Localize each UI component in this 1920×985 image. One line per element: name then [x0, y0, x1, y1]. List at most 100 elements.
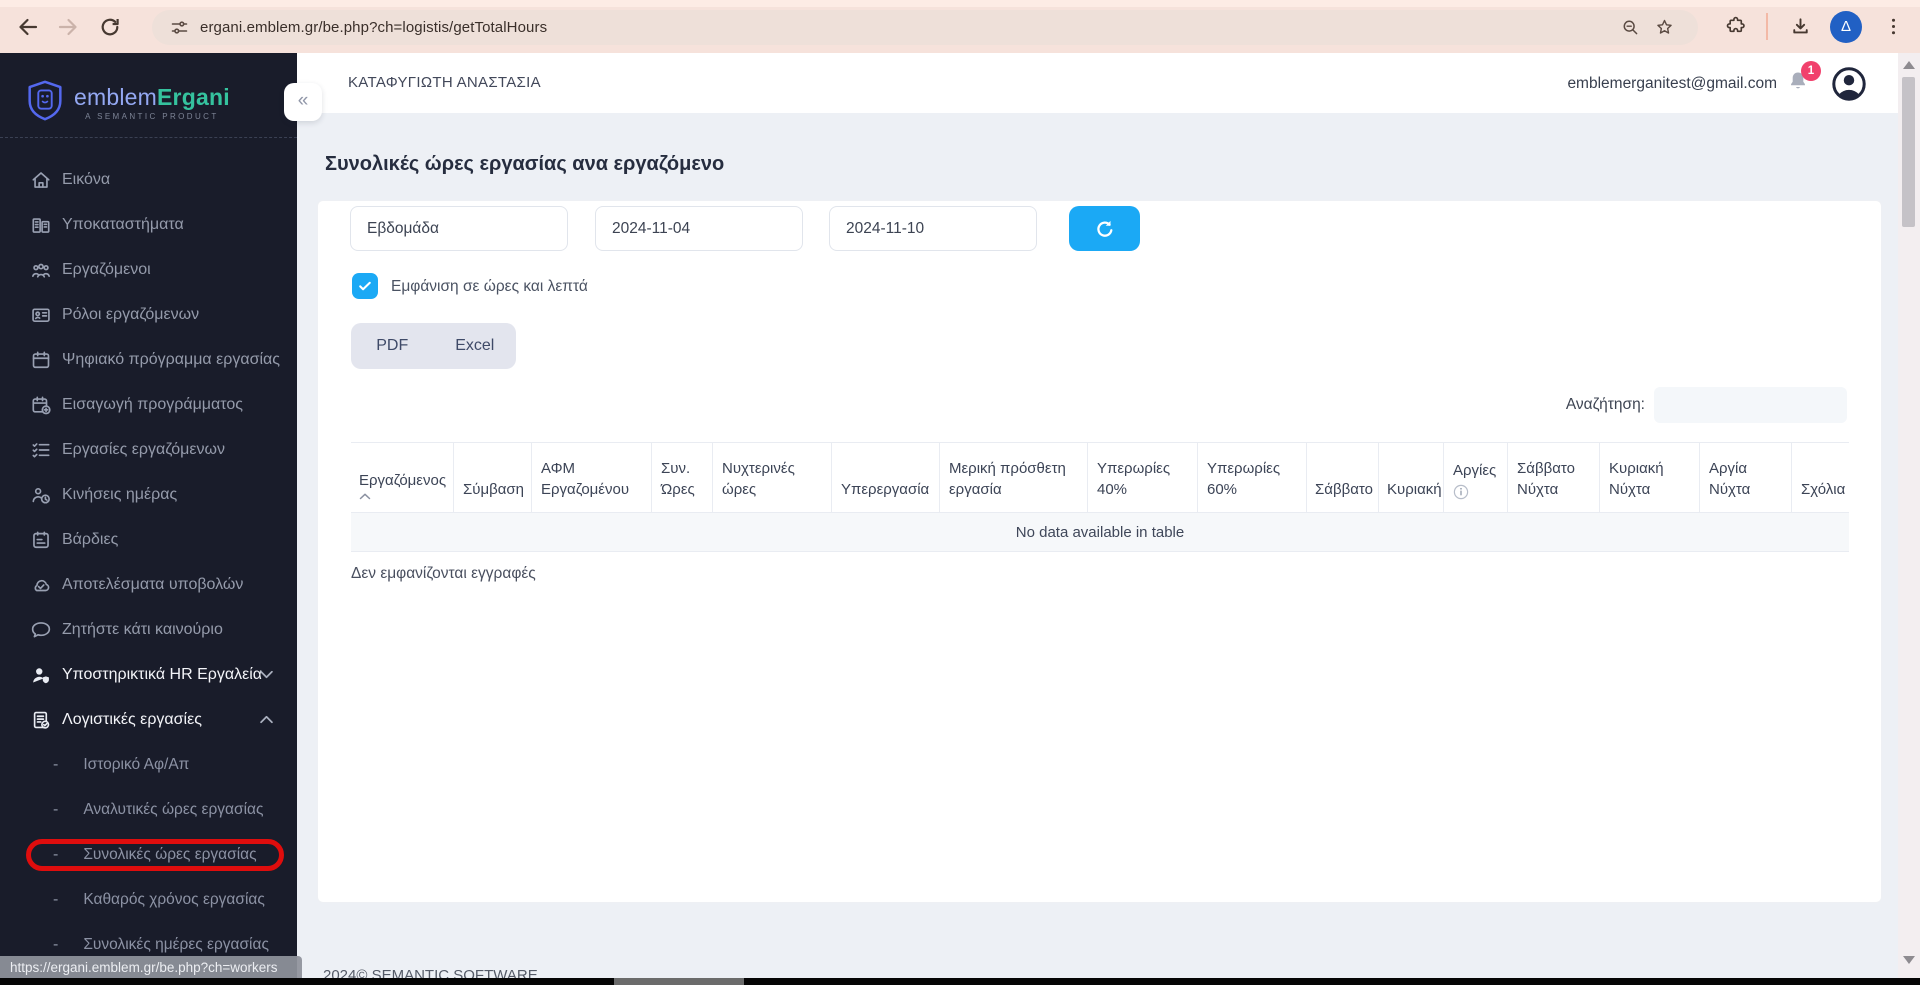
column-header-holiday-night[interactable]: Αργία Νύχτα: [1699, 443, 1791, 512]
browser-profile-avatar[interactable]: Δ: [1830, 11, 1862, 43]
column-header-saturday-night[interactable]: Σάββατο Νύχτα: [1507, 443, 1599, 512]
search-input[interactable]: [1654, 387, 1847, 423]
sidebar-item-employee-tasks[interactable]: Εργασίες εργαζόμενων: [0, 427, 297, 472]
sidebar-group-hr-tools[interactable]: Υποστηρικτικά HR Εργαλεία: [0, 652, 297, 697]
sidebar-item-branches[interactable]: Υποκαταστήματα: [0, 202, 297, 247]
sidebar-item-import-schedule[interactable]: Εισαγωγή προγράμματος: [0, 382, 297, 427]
period-select[interactable]: Εβδομάδα: [350, 206, 568, 251]
page-scrollbar[interactable]: [1898, 53, 1920, 978]
table-header-row: Εργαζόμενος Σύμβαση ΑΦΜ Εργαζομένου Συν.…: [351, 442, 1849, 513]
document-check-icon: [33, 711, 50, 729]
sidebar-item-day-movements[interactable]: Κινήσεις ημέρας: [0, 472, 297, 517]
taskbar-edge: [0, 978, 1920, 985]
refresh-button[interactable]: [1069, 206, 1140, 251]
person-shield-icon: [33, 667, 49, 683]
date-from-input[interactable]: [595, 206, 803, 251]
sidebar-item-employee-roles[interactable]: Ρόλοι εργαζόμενων: [0, 292, 297, 337]
sidebar-menu: Εικόνα Υποκαταστήματα Εργαζόμενοι Ρόλοι …: [0, 157, 297, 967]
checkmark-icon: [359, 281, 371, 291]
export-button-group: PDF Excel: [351, 323, 516, 369]
company-name: ΚΑΤΑΦΥΓΙΩΤΗ ΑΝΑΣΤΑΣΙΑ: [348, 74, 541, 91]
taskbar-item: [614, 978, 744, 985]
column-header-holidays[interactable]: Αργίες: [1443, 443, 1507, 512]
link-preview-statusbar: https://ergani.emblem.gr/be.php?ch=worke…: [0, 956, 302, 979]
browser-menu-icon[interactable]: [1882, 15, 1905, 38]
column-header-comments[interactable]: Σχόλια: [1791, 443, 1849, 512]
sidebar-subitem-history[interactable]: Ιστορικό Αφ/Απ: [0, 742, 297, 787]
shield-logo-icon: [28, 80, 62, 121]
dash-bullet: [53, 846, 58, 864]
pdf-export-button[interactable]: PDF: [351, 323, 434, 369]
sidebar-item-image[interactable]: Εικόνα: [0, 157, 297, 202]
column-header-saturday[interactable]: Σάββατο: [1306, 443, 1378, 512]
sidebar-subitem-detailed-hours[interactable]: Αναλυτικές ώρες εργασίας: [0, 787, 297, 832]
people-icon: [32, 263, 50, 278]
scrollbar-thumb[interactable]: [1902, 77, 1915, 227]
bookmark-star-icon[interactable]: [1654, 17, 1675, 38]
column-header-partial-additional-work[interactable]: Μερική πρόσθετη εργασία: [939, 443, 1087, 512]
sidebar-divider: [0, 137, 297, 138]
search-label: Αναζήτηση:: [1565, 396, 1645, 413]
extensions-icon[interactable]: [1725, 15, 1748, 38]
column-header-sunday-night[interactable]: Κυριακή Νύχτα: [1599, 443, 1699, 512]
dash-bullet: [53, 756, 58, 774]
sidebar-subitem-total-hours[interactable]: Συνολικές ώρες εργασίας: [0, 832, 297, 877]
date-to-input[interactable]: [829, 206, 1037, 251]
id-badge-icon: [32, 307, 50, 322]
dash-bullet: [53, 936, 58, 954]
column-header-employee[interactable]: Εργαζόμενος: [351, 443, 453, 512]
buildings-icon: [32, 217, 50, 233]
column-header-sunday[interactable]: Κυριακή: [1378, 443, 1443, 512]
sidebar-collapse-button[interactable]: «: [284, 83, 322, 121]
page-title: Συνολικές ώρες εργασίας ανα εργαζόμενο: [325, 153, 725, 175]
column-header-overtime-40[interactable]: Υπερωρίες 40%: [1087, 443, 1197, 512]
calendar-icon: [32, 350, 50, 368]
reload-icon[interactable]: [98, 15, 122, 39]
home-icon: [32, 171, 50, 188]
sort-ascending-icon: [359, 493, 371, 500]
empty-table-message: No data available in table: [1015, 523, 1185, 541]
sidebar-item-submission-results[interactable]: Αποτελέσματα υποβολών: [0, 562, 297, 607]
url-text[interactable]: ergani.emblem.gr/be.php?ch=logistis/getT…: [200, 19, 547, 36]
user-email: emblemerganitest@gmail.com: [1567, 75, 1777, 92]
back-icon[interactable]: [16, 15, 40, 39]
column-header-overwork[interactable]: Υπερεργασία: [831, 443, 939, 512]
total-hours-table: Εργαζόμενος Σύμβαση ΑΦΜ Εργαζομένου Συν.…: [351, 442, 1849, 552]
chevron-down-icon: [260, 670, 273, 679]
tab-strip: [0, 0, 1920, 7]
column-header-employee-vat[interactable]: ΑΦΜ Εργαζομένου: [531, 443, 651, 512]
show-hours-minutes-checkbox[interactable]: [352, 273, 378, 299]
site-settings-icon[interactable]: [169, 17, 190, 38]
notifications-button[interactable]: 1: [1785, 61, 1821, 100]
sidebar-group-accounting-tasks[interactable]: Λογιστικές εργασίες: [0, 697, 297, 742]
column-header-overtime-60[interactable]: Υπερωρίες 60%: [1197, 443, 1306, 512]
column-header-total-hours[interactable]: Συν. Ώρες: [651, 443, 712, 512]
refresh-icon: [1096, 220, 1112, 237]
brand-tagline: A SEMANTIC PRODUCT: [85, 112, 219, 121]
column-header-night-hours[interactable]: Νυχτερινές ώρες: [712, 443, 831, 512]
toolbar-separator: [1766, 13, 1768, 40]
person-clock-icon: [32, 487, 50, 504]
checklist-icon: [32, 442, 50, 458]
calendar-list-icon: [33, 530, 49, 548]
column-header-contract[interactable]: Σύμβαση: [453, 443, 531, 512]
sidebar-subitem-net-work-time[interactable]: Καθαρός χρόνος εργασίας: [0, 877, 297, 922]
user-avatar[interactable]: [1830, 65, 1868, 103]
downloads-icon[interactable]: [1789, 15, 1812, 38]
scrollbar-up-arrow[interactable]: [1903, 61, 1915, 69]
zoom-icon[interactable]: [1620, 17, 1641, 38]
forward-icon[interactable]: [56, 15, 80, 39]
address-bar[interactable]: ergani.emblem.gr/be.php?ch=logistis/getT…: [152, 10, 1698, 45]
excel-export-button[interactable]: Excel: [434, 323, 517, 369]
notification-badge: 1: [1801, 61, 1821, 81]
info-icon[interactable]: [1453, 484, 1469, 500]
sidebar-item-shifts[interactable]: Βάρδιες: [0, 517, 297, 562]
sidebar-item-request-feature[interactable]: Ζητήστε κάτι καινούριο: [0, 607, 297, 652]
empty-table-row: No data available in table: [351, 513, 1849, 552]
records-note: Δεν εμφανίζονται εγγραφές: [351, 565, 536, 582]
sidebar-item-digital-schedule[interactable]: Ψηφιακό πρόγραμμα εργασίας: [0, 337, 297, 382]
brand-logo[interactable]: emblemErgani A SEMANTIC PRODUCT: [22, 77, 230, 125]
sidebar-item-employees[interactable]: Εργαζόμενοι: [0, 247, 297, 292]
scrollbar-down-arrow[interactable]: [1903, 956, 1915, 964]
dash-bullet: [53, 801, 58, 819]
